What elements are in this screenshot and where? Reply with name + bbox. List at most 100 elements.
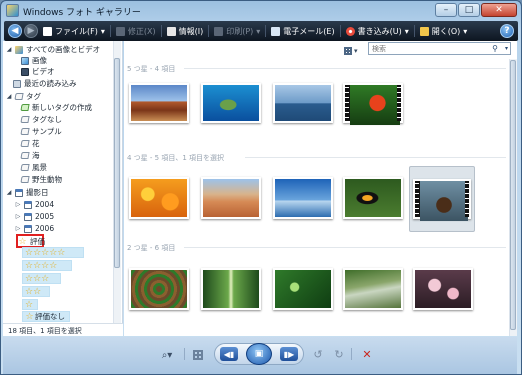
- forest-floor-photo: [129, 268, 189, 310]
- photo-thumbnail[interactable]: [271, 76, 335, 130]
- calendar-icon: [24, 224, 32, 233]
- gallery-icon: [15, 45, 23, 54]
- next-button[interactable]: ▮▶: [280, 347, 298, 361]
- tree-item-label: 評価なし: [35, 312, 65, 321]
- tree-item-landscape[interactable]: 風景: [20, 162, 47, 173]
- rotate-right-icon[interactable]: ↻: [333, 348, 345, 361]
- thumbnail-size-icon[interactable]: [193, 350, 203, 360]
- rating-none[interactable]: ☆ 評価なし: [22, 311, 70, 322]
- photo-thumbnail[interactable]: [127, 262, 191, 316]
- whale-photo: [273, 83, 333, 123]
- rating-5-stars[interactable]: ☆☆☆☆☆: [22, 247, 84, 258]
- tree-item-flower[interactable]: 花: [20, 138, 40, 149]
- tree-item-label: 2005: [35, 212, 55, 221]
- forward-button[interactable]: ▶: [24, 24, 38, 38]
- file-icon: [43, 26, 52, 36]
- sidebar-scroll-thumb[interactable]: [114, 58, 120, 268]
- tree-item-label: 2006: [35, 224, 55, 233]
- thumbnail-scroll-thumb[interactable]: [510, 60, 516, 330]
- zoom-button[interactable]: ⌕▾: [156, 348, 178, 362]
- flowers-photo: [129, 177, 189, 219]
- tree-item-2005[interactable]: ▷ 2005: [15, 211, 54, 222]
- rating-1-star[interactable]: ☆: [22, 299, 38, 310]
- status-bar: 18 項目、1 項目を選択: [3, 323, 123, 336]
- collapse-arrow-icon[interactable]: ◢: [6, 189, 12, 196]
- rating-2-stars[interactable]: ☆☆: [22, 286, 50, 297]
- minimize-button[interactable]: –: [435, 3, 457, 17]
- photo-thumbnail[interactable]: [411, 262, 475, 316]
- grid-view-icon: [344, 46, 352, 55]
- tree-item-label: 最近の読み込み: [24, 79, 77, 88]
- tag-icon: [20, 176, 30, 183]
- delete-icon[interactable]: ✕: [360, 347, 374, 361]
- group-divider: [245, 157, 506, 158]
- photo-thumbnail[interactable]: [199, 76, 263, 130]
- group-header-2-stars[interactable]: 2 つ星 - 6 項目: [127, 243, 175, 252]
- burn-menu[interactable]: 書き込み(U) ▾: [341, 21, 414, 41]
- photo-thumbnail[interactable]: [127, 76, 191, 130]
- video-thumbnail[interactable]: [341, 76, 405, 130]
- search-icon[interactable]: ⚲: [492, 44, 498, 53]
- tree-item-date-taken[interactable]: ◢ 撮影日: [6, 187, 49, 198]
- photo-thumbnail[interactable]: [199, 171, 263, 225]
- chevron-down-icon: ▾: [256, 26, 261, 36]
- tree-item-no-tag[interactable]: タグなし: [20, 114, 62, 125]
- tree-item-video[interactable]: ビデオ: [21, 66, 55, 77]
- group-header-5-stars[interactable]: 5 つ星 - 4 項目: [127, 64, 175, 73]
- leaves-photo: [273, 268, 333, 310]
- tree-item-all[interactable]: ◢ すべての画像とビデオ: [6, 44, 101, 55]
- tree-item-sample[interactable]: サンプル: [20, 126, 62, 137]
- chevron-down-icon[interactable]: ▾: [505, 45, 508, 52]
- help-icon[interactable]: ?: [500, 24, 514, 38]
- maximize-button[interactable]: □: [458, 3, 480, 17]
- search-box[interactable]: ⚲ ▾: [368, 42, 511, 55]
- tree-item-sea[interactable]: 海: [20, 150, 40, 161]
- photo-thumbnail[interactable]: [341, 171, 405, 225]
- photo-thumbnail[interactable]: [271, 171, 335, 225]
- tree-item-label: 海: [32, 151, 40, 160]
- previous-button[interactable]: ◀▮: [220, 347, 238, 361]
- tree-item-images[interactable]: 画像: [21, 55, 47, 66]
- tree-item-recent-import[interactable]: 最近の読み込み: [13, 78, 77, 89]
- new-tag-icon: [20, 104, 30, 111]
- tree-item-wild[interactable]: 野生動物: [20, 174, 62, 185]
- tag-icon: [20, 164, 30, 171]
- chevron-down-icon: ▾: [463, 26, 468, 36]
- fix-button[interactable]: 修正(X): [111, 21, 161, 41]
- info-button[interactable]: 情報(I): [162, 21, 209, 41]
- tree-item-2006[interactable]: ▷ 2006: [15, 223, 54, 234]
- photo-thumbnail[interactable]: [127, 171, 191, 225]
- view-options-button[interactable]: ▾: [344, 45, 366, 56]
- close-button[interactable]: ✕: [481, 3, 517, 17]
- star-outline-icon: ☆☆☆☆☆: [25, 247, 66, 258]
- slideshow-button[interactable]: ▣: [246, 343, 272, 365]
- window-controls: – □ ✕: [435, 3, 517, 17]
- open-menu[interactable]: 開く(O) ▾: [415, 21, 473, 41]
- expand-arrow-icon[interactable]: ▷: [15, 201, 21, 208]
- rotate-left-icon[interactable]: ↺: [312, 348, 324, 361]
- open-label: 開く(O): [431, 26, 461, 36]
- photo-thumbnail[interactable]: [341, 262, 405, 316]
- tree-item-rating[interactable]: ☆ 評価: [18, 236, 45, 247]
- collapse-arrow-icon[interactable]: ◢: [6, 93, 12, 100]
- back-button[interactable]: ◀: [8, 24, 22, 38]
- stream-photo: [343, 268, 403, 310]
- chevron-down-icon: ▾: [354, 46, 358, 55]
- file-menu[interactable]: ファイル(F) ▾: [38, 21, 110, 41]
- rating-4-stars[interactable]: ☆☆☆☆: [22, 260, 72, 271]
- selected-video-thumbnail[interactable]: [409, 166, 475, 232]
- email-button[interactable]: 電子メール(E): [266, 21, 339, 41]
- tree-item-tags[interactable]: ◢ タグ: [6, 91, 41, 102]
- print-menu[interactable]: 印刷(P) ▾: [209, 21, 265, 41]
- collapse-arrow-icon[interactable]: ◢: [6, 46, 12, 53]
- expand-arrow-icon[interactable]: ▷: [15, 225, 21, 232]
- rating-3-stars[interactable]: ☆☆☆: [22, 273, 61, 284]
- photo-thumbnail[interactable]: [271, 262, 335, 316]
- group-header-4-stars[interactable]: 4 つ星 - 5 項目、1 項目を選択: [127, 153, 224, 162]
- expand-arrow-icon[interactable]: ▷: [15, 213, 21, 220]
- group-divider: [184, 247, 506, 248]
- tree-item-2004[interactable]: ▷ 2004: [15, 199, 54, 210]
- tree-item-create-tag[interactable]: 新しいタグの作成: [20, 102, 92, 113]
- photo-thumbnail[interactable]: [199, 262, 263, 316]
- search-input[interactable]: [372, 44, 482, 54]
